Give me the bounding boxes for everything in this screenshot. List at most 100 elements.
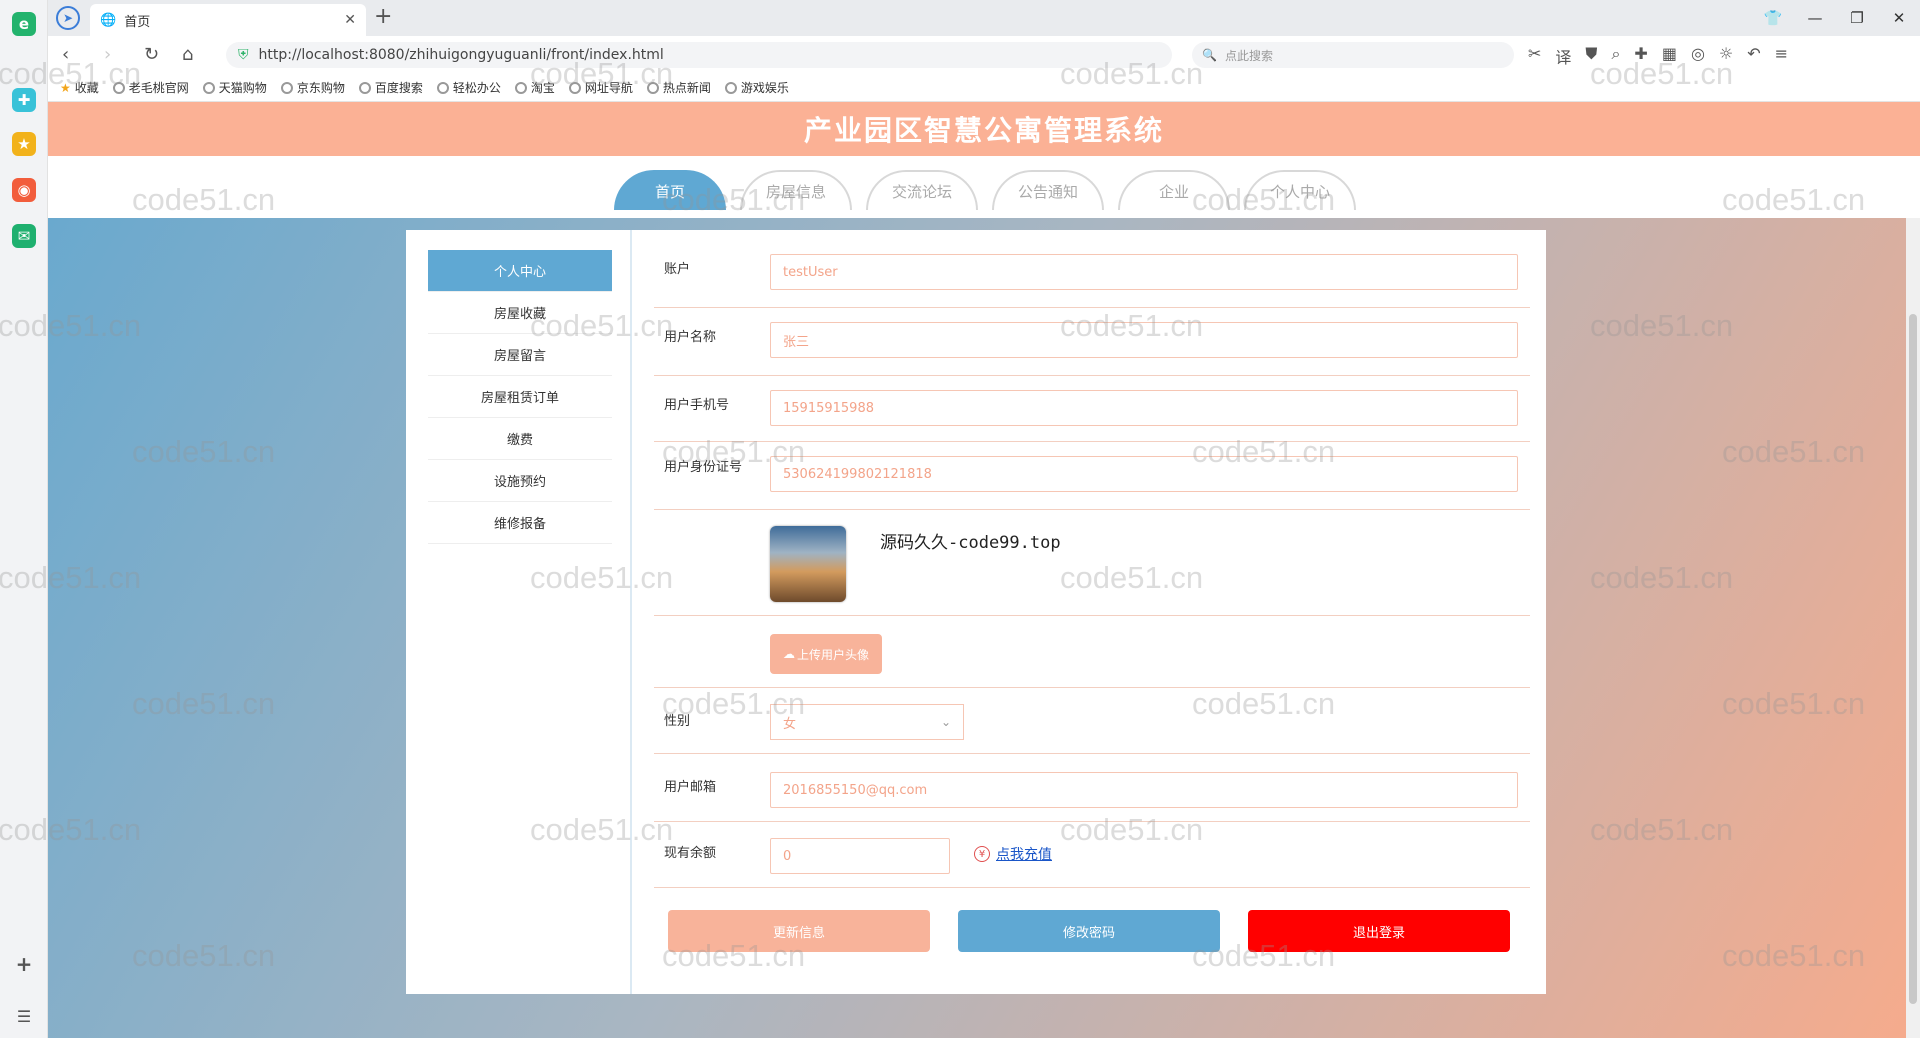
url-text: http://localhost:8080/zhihuigongyuguanli… [258,47,664,63]
nav-home[interactable]: 首页 [614,170,726,210]
globe-icon [112,81,125,94]
refresh-icon[interactable]: ↻ [144,44,159,65]
nav-notice[interactable]: 公告通知 [992,170,1104,210]
sidebar-item-payment[interactable]: 缴费 [428,418,612,460]
home-icon[interactable]: ⌂ [182,44,193,65]
yen-icon: ¥ [974,846,990,862]
username-label: 用户名称 [664,330,717,345]
sidebar-item-personal-center[interactable]: 个人中心 [428,250,612,292]
new-tab-button[interactable]: + [374,4,392,29]
sidebar-item-facility-booking[interactable]: 设施预约 [428,460,612,502]
sidebar-item-messages[interactable]: 房屋留言 [428,334,612,376]
username-input[interactable]: 张三 [770,322,1518,358]
forward-icon[interactable]: › [104,44,111,65]
gender-select[interactable]: 女 ⌄ [770,704,964,740]
nav-company[interactable]: 企业 [1118,170,1230,210]
globe-icon [646,81,659,94]
email-label: 用户邮箱 [664,780,717,795]
bookmark-item[interactable]: 京东购物 [280,79,345,96]
account-label: 账户 [664,262,691,277]
nav-house-info[interactable]: 房屋信息 [740,170,852,210]
search-placeholder: 点此搜索 [1224,48,1273,63]
web-page: 产业园区智慧公寓管理系统 首页 房屋信息 交流论坛 公告通知 企业 个人中心 个… [48,102,1920,1038]
sidebar-item-rental-orders[interactable]: 房屋租赁订单 [428,376,612,418]
row-phone: 用户手机号 15915915988 [654,376,1530,442]
update-info-button[interactable]: 更新信息 [668,910,930,952]
row-username: 用户名称 张三 [654,308,1530,376]
shield-icon[interactable]: ⛊ [1585,44,1597,68]
bookmark-favorites[interactable]: ★ 收藏 [60,79,99,96]
sidebar-item-favorites[interactable]: 房屋收藏 [428,292,612,334]
account-input[interactable]: testUser [770,254,1518,290]
row-upload: ☁ 上传用户头像 [654,616,1530,688]
page-scrollbar[interactable] [1906,218,1920,1038]
close-tab-icon[interactable]: ✕ [344,12,356,28]
close-window-icon[interactable]: ✕ [1878,0,1920,36]
change-password-button[interactable]: 修改密码 [958,910,1220,952]
gender-label: 性别 [664,714,691,729]
logout-button[interactable]: 退出登录 [1248,910,1510,952]
window-controls: 👕 — ❐ ✕ [1752,0,1920,36]
upload-avatar-label: 上传用户头像 [796,647,869,662]
idcard-label: 用户身份证号 [664,460,743,475]
translate-icon[interactable]: 译 [1555,44,1571,68]
bookmark-item[interactable]: 淘宝 [514,79,555,96]
bookmark-item[interactable]: 热点新闻 [646,79,711,96]
plus-app-icon[interactable]: ✚ [12,88,36,112]
secure-shield-icon: ⛨ [238,47,249,63]
idcard-input[interactable]: 530624199802121818 [770,456,1518,492]
menu-icon[interactable]: ≡ [1775,44,1788,68]
bookmark-item[interactable]: 天猫购物 [202,79,267,96]
nav-personal-center[interactable]: 个人中心 [1244,170,1356,210]
sidebar-item-repair[interactable]: 维修报备 [428,502,612,544]
extension-icon[interactable]: ✚ [1634,44,1647,68]
url-field[interactable]: ⛨ http://localhost:8080/zhihuigongyuguan… [226,42,1172,68]
vertical-divider [630,230,632,994]
list-icon[interactable]: ☰ [12,1004,36,1028]
upload-avatar-button[interactable]: ☁ 上传用户头像 [770,634,882,674]
grid-icon[interactable]: ▦ [1662,44,1677,68]
scrollbar-thumb[interactable] [1909,314,1917,1004]
undo-icon[interactable]: ↶ [1747,44,1760,68]
phone-input[interactable]: 15915915988 [770,390,1518,426]
tab-bar: ➤ 🌐 首页 ✕ + 👕 — ❐ ✕ [48,0,1920,36]
site-nav-bar: 首页 房屋信息 交流论坛 公告通知 企业 个人中心 [48,156,1920,218]
bookmark-item[interactable]: 轻松办公 [436,79,501,96]
bookmarks-bar: ★ 收藏 老毛桃官网 天猫购物 京东购物 百度搜索 轻松办公 淘宝 网址导航 热点… [48,74,1920,102]
scissors-icon[interactable]: ✂ [1528,44,1541,68]
globe-icon [358,81,371,94]
mail-icon[interactable]: ✉ [12,224,36,248]
browser-sidebar: e ✚ ★ ◉ ✉ + ☰ [0,0,48,1038]
avatar-watermark-text: 源码久久-code99.top [880,533,1061,553]
back-icon[interactable]: ‹ [62,44,69,65]
recharge-link[interactable]: 点我充值 [996,844,1052,864]
brightness-icon[interactable]: ☼ [1719,44,1733,68]
site-banner: 产业园区智慧公寓管理系统 [48,102,1920,156]
navigation-icon[interactable]: ➤ [56,6,80,30]
edge-icon[interactable]: ◎ [1691,44,1705,68]
bookmark-item[interactable]: 百度搜索 [358,79,423,96]
search-field[interactable]: 🔍 点此搜索 [1192,42,1514,68]
magnifier-icon[interactable]: ⌕ [1611,44,1620,68]
skin-icon[interactable]: 👕 [1752,0,1794,36]
nav-forum[interactable]: 交流论坛 [866,170,978,210]
add-sidebar-icon[interactable]: + [12,952,36,976]
gender-value: 女 [783,716,797,732]
favorites-star-icon[interactable]: ★ [12,132,36,156]
restore-icon[interactable]: ❐ [1836,0,1878,36]
minimize-icon[interactable]: — [1794,0,1836,36]
globe-icon [280,81,293,94]
profile-card: 个人中心 房屋收藏 房屋留言 房屋租赁订单 缴费 设施预约 维修报备 账户 te… [406,230,1546,994]
row-account: 账户 testUser [654,246,1530,308]
balance-input[interactable]: 0 [770,838,950,874]
row-balance: 现有余额 0 ¥ 点我充值 [654,822,1530,888]
weibo-icon[interactable]: ◉ [12,178,36,202]
bookmark-item[interactable]: 游戏娱乐 [724,79,789,96]
bookmark-item[interactable]: 网址导航 [568,79,633,96]
bookmark-item[interactable]: 老毛桃官网 [112,79,189,96]
email-input[interactable]: 2016855150@qq.com [770,772,1518,808]
recharge-link-group: ¥ 点我充值 [974,844,1052,864]
globe-icon [436,81,449,94]
profile-sidebar: 个人中心 房屋收藏 房屋留言 房屋租赁订单 缴费 设施预约 维修报备 [428,250,612,544]
tab-home[interactable]: 🌐 首页 ✕ [90,4,366,36]
